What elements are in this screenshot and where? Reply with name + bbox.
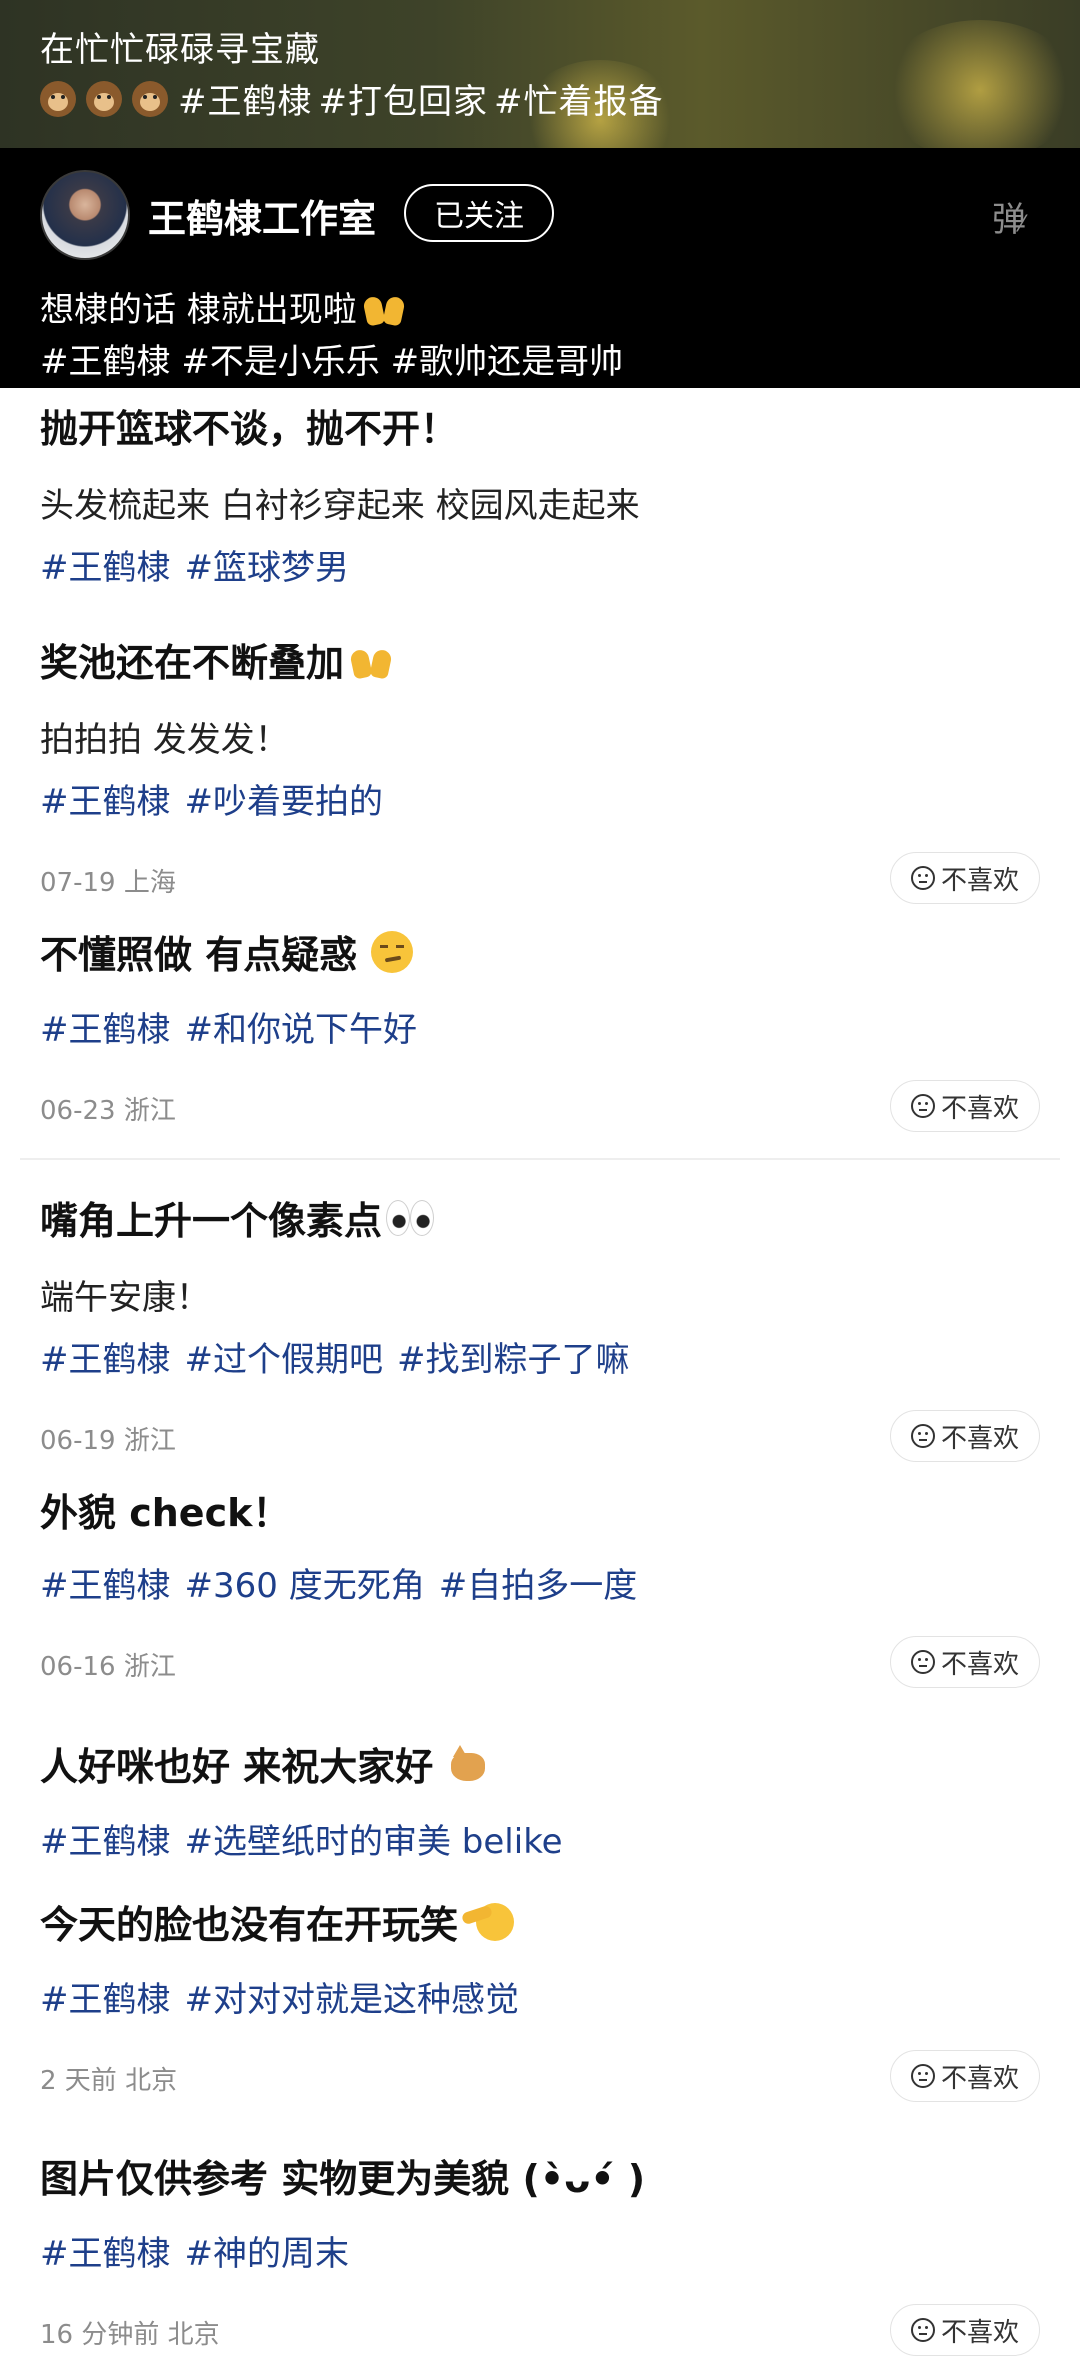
post-date-location: 16 分钟前 北京 [40, 2320, 220, 2350]
post-title: 外貌 check！ [40, 1491, 291, 1535]
danmu-button[interactable]: 弹⁄ [992, 192, 1026, 241]
hashtag[interactable]: #忙着报备 [494, 74, 664, 123]
post-title: 抛开篮球不谈，抛不开！ [40, 407, 459, 451]
post-date-location: 06-19 浙江 [40, 1426, 176, 1456]
hashtag[interactable]: #找到粽子了嘛 [397, 1340, 630, 1380]
dislike-button[interactable]: 不喜欢 [890, 2050, 1040, 2102]
post-date-location: 07-19 上海 [40, 868, 176, 898]
dislike-button[interactable]: 不喜欢 [890, 1636, 1040, 1688]
dislike-button[interactable]: 不喜欢 [890, 1410, 1040, 1462]
dislike-button[interactable]: 不喜欢 [890, 852, 1040, 904]
post-tags: #王鹤棣 #过个假期吧 #找到粽子了嘛 [40, 1332, 630, 1381]
monkey-icon [132, 80, 168, 117]
dislike-label: 不喜欢 [940, 1093, 1019, 1124]
hashtag[interactable]: #王鹤棣 [40, 1822, 171, 1862]
post-tags: #王鹤棣 #篮球梦男 [40, 540, 349, 589]
neutral-face-icon [910, 2318, 935, 2342]
post-tags: #王鹤棣 #选壁纸时的审美 belike [40, 1814, 563, 1863]
post-title: 今天的脸也没有在开玩笑 [40, 1894, 515, 1949]
banner-tags: #王鹤棣 #打包回家 #忙着报备 [40, 74, 664, 123]
caption-text: 想棣的话 棣就出现啦 [40, 290, 357, 330]
neutral-face-icon [910, 1424, 935, 1448]
post-title-text: 人好咪也好 来祝大家好 [40, 1745, 434, 1789]
hashtag[interactable]: #王鹤棣 [40, 2234, 171, 2274]
caption-tags: #王鹤棣 #不是小乐乐 #歌帅还是哥帅 [40, 334, 623, 383]
dislike-label: 不喜欢 [940, 1649, 1019, 1680]
post-title-text: 不懂照做 有点疑惑 [40, 933, 358, 977]
banner-light [880, 20, 1080, 148]
hashtag[interactable]: #王鹤棣 [40, 782, 171, 822]
post-tags: #王鹤棣 #神的周末 [40, 2226, 349, 2275]
post-title-text: 奖池还在不断叠加 [40, 641, 345, 685]
divider [20, 1158, 1060, 1160]
follow-button[interactable]: 已关注 [404, 184, 554, 242]
hashtag[interactable]: #歌帅还是哥帅 [391, 342, 624, 382]
post-date-location: 06-16 浙江 [40, 1652, 176, 1682]
dislike-label: 不喜欢 [940, 2063, 1019, 2094]
hashtag[interactable]: #篮球梦男 [185, 548, 350, 588]
post-title: 奖池还在不断叠加 [40, 632, 394, 687]
dislike-button[interactable]: 不喜欢 [890, 1080, 1040, 1132]
hashtag[interactable]: #王鹤棣 [40, 1010, 171, 1050]
post-tags: #王鹤棣 #和你说下午好 [40, 1002, 417, 1051]
hashtag[interactable]: #打包回家 [319, 74, 489, 123]
post-tags: #王鹤棣 #360 度无死角 #自拍多一度 [40, 1558, 637, 1607]
neutral-face-icon [910, 1650, 935, 1674]
hashtag[interactable]: #王鹤棣 [40, 1980, 171, 2020]
cat-icon [447, 1743, 493, 1785]
eyes-icon [384, 1199, 436, 1236]
banner-caption: 在忙忙碌碌寻宝藏 [40, 30, 320, 70]
hashtag[interactable]: #王鹤棣 [40, 1340, 171, 1380]
raising-hands-icon [363, 287, 407, 327]
neutral-face-icon [910, 1094, 935, 1118]
post-tags: #王鹤棣 #对对对就是这种感觉 [40, 1972, 519, 2021]
dislike-label: 不喜欢 [940, 2317, 1019, 2348]
account-panel: 王鹤棣工作室 已关注 弹⁄ 想棣的话 棣就出现啦 #王鹤棣 #不是小乐乐 #歌帅… [0, 148, 1080, 388]
dislike-label: 不喜欢 [940, 1423, 1019, 1454]
avatar[interactable] [40, 170, 130, 260]
neutral-face-icon [910, 866, 935, 890]
hashtag[interactable]: #王鹤棣 [40, 548, 171, 588]
post-title: 不懂照做 有点疑惑 [40, 924, 414, 979]
post-body: 端午安康！ [40, 1278, 210, 1318]
post-body: 拍拍拍 发发发！ [40, 720, 289, 760]
dislike-button[interactable]: 不喜欢 [890, 2304, 1040, 2356]
account-name[interactable]: 王鹤棣工作室 [148, 188, 376, 243]
monkey-icon [40, 80, 76, 117]
hashtag[interactable]: #360 度无死角 [185, 1566, 425, 1606]
post-tags: #王鹤棣 #吵着要拍的 [40, 774, 383, 823]
hashtag[interactable]: #过个假期吧 [185, 1340, 384, 1380]
hashtag[interactable]: #神的周末 [185, 2234, 350, 2274]
hashtag[interactable]: #王鹤棣 [40, 1566, 171, 1606]
hashtag[interactable]: #自拍多一度 [439, 1566, 638, 1606]
hashtag[interactable]: #对对对就是这种感觉 [185, 1980, 520, 2020]
neutral-face-icon [910, 2064, 935, 2088]
post-date-location: 06-23 浙江 [40, 1096, 176, 1126]
post-body: 头发梳起来 白衬衫穿起来 校园风走起来 [40, 486, 640, 526]
hashtag[interactable]: #王鹤棣 [40, 342, 171, 382]
relieved-face-icon [371, 930, 414, 973]
hashtag[interactable]: #王鹤棣 [178, 74, 313, 123]
post-title-text: 今天的脸也没有在开玩笑 [40, 1903, 459, 1947]
post-title: 图片仅供参考 实物更为美貌 (•̀ᴗ•́ ) [40, 2157, 646, 2201]
danmu-off-icon: ⁄ [1020, 212, 1024, 237]
post-title: 人好咪也好 来祝大家好 [40, 1736, 493, 1791]
video-banner: 在忙忙碌碌寻宝藏 #王鹤棣 #打包回家 #忙着报备 [0, 0, 1080, 148]
post-title: 嘴角上升一个像素点 [40, 1190, 436, 1245]
hashtag[interactable]: #不是小乐乐 [181, 342, 380, 382]
dislike-label: 不喜欢 [940, 865, 1019, 896]
saluting-face-icon [462, 1901, 515, 1943]
hashtag[interactable]: #和你说下午好 [185, 1010, 418, 1050]
monkey-icon [86, 80, 122, 117]
post-caption: 想棣的话 棣就出现啦 [40, 282, 407, 331]
hashtag[interactable]: #吵着要拍的 [185, 782, 384, 822]
post-date-location: 2 天前 北京 [40, 2066, 178, 2096]
hashtag[interactable]: #选壁纸时的审美 belike [185, 1822, 563, 1862]
post-title-text: 嘴角上升一个像素点 [40, 1199, 383, 1243]
raising-hands-icon [350, 640, 394, 680]
